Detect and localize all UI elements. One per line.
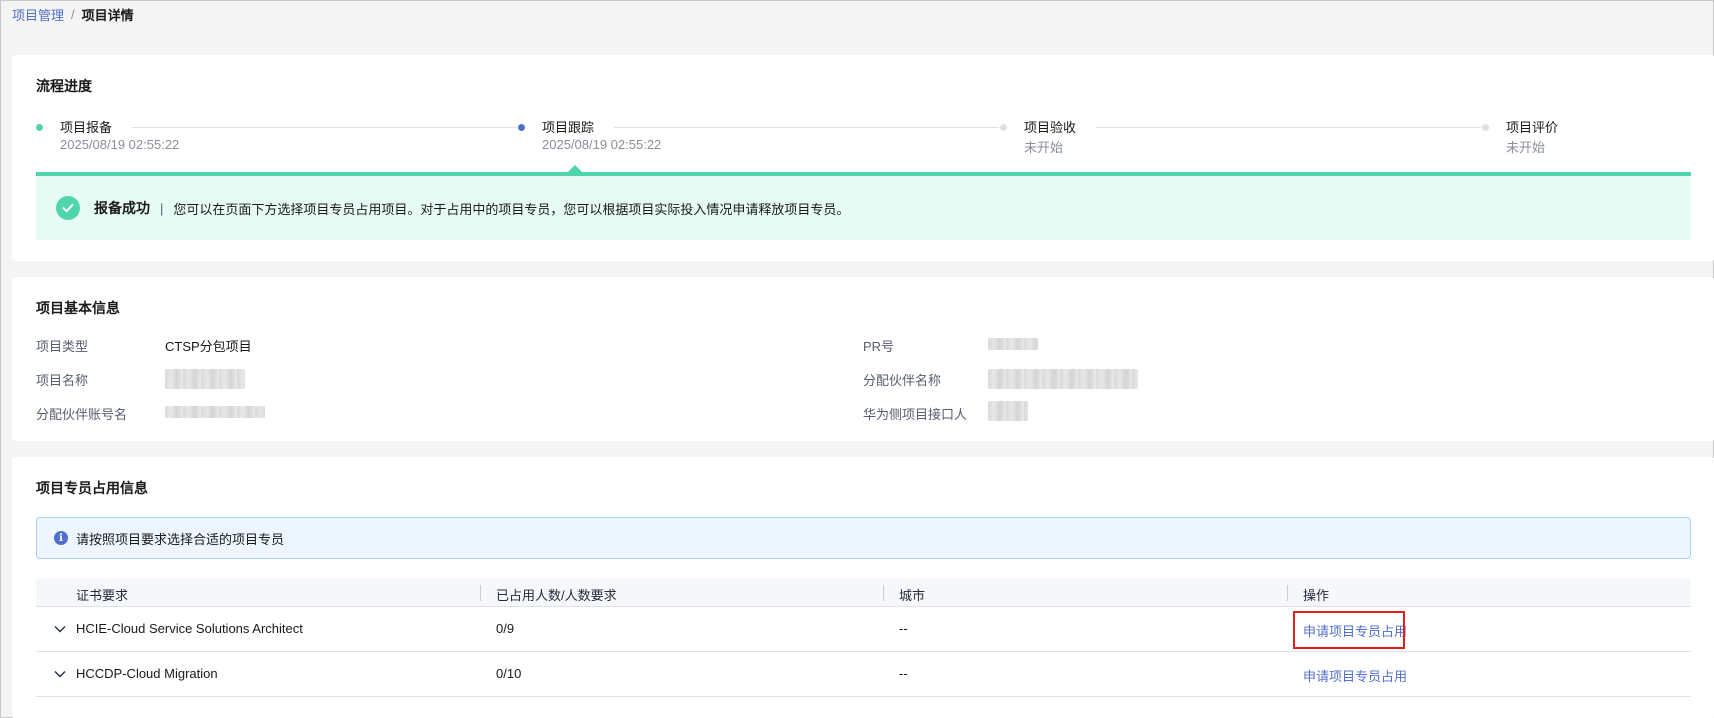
breadcrumb-current: 项目详情 — [81, 7, 134, 23]
column-header-cert: 证书要求 — [76, 588, 129, 603]
basic-info-card: 项目基本信息 项目类型 CTSP分包项目 项目名称 分配伙伴账号名 PR号 分配… — [12, 277, 1714, 441]
step-pending-dot-icon — [1000, 124, 1007, 131]
step-report: 项目报备 2025/08/19 02:55:22 — [36, 117, 518, 157]
pr-redacted — [988, 338, 1038, 350]
city-cell: -- — [899, 666, 908, 681]
specialist-card: 项目专员占用信息 i 请按照项目要求选择合适的项目专员 证书要求 已占用人数/人… — [12, 457, 1714, 718]
partner-name-label: 分配伙伴名称 — [863, 373, 942, 388]
table-header: 证书要求 已占用人数/人数要求 城市 操作 — [36, 579, 1691, 607]
step-label: 项目报备 — [60, 120, 113, 135]
info-icon: i — [54, 531, 68, 545]
step-label: 项目评价 — [1506, 120, 1559, 135]
chevron-down-icon[interactable] — [53, 667, 67, 681]
step-time: 未开始 — [1506, 140, 1546, 155]
step-connector — [614, 127, 999, 128]
notice-text: 请按照项目要求选择合适的项目专员 — [76, 531, 285, 547]
step-time: 2025/08/19 02:55:22 — [542, 137, 662, 152]
step-current-dot-icon — [518, 124, 525, 131]
huawei-contact-redacted — [988, 401, 1028, 421]
table-row: HCCDP-Cloud Migration 0/10 -- 申请项目专员占用 — [36, 652, 1691, 697]
partner-account-redacted — [165, 406, 265, 418]
apply-specialist-link[interactable]: 申请项目专员占用 — [1303, 666, 1407, 685]
basic-info-title: 项目基本信息 — [36, 300, 120, 316]
step-done-dot-icon — [36, 124, 43, 131]
success-separator: | — [160, 200, 164, 216]
progress-card: 流程进度 项目报备 2025/08/19 02:55:22 项目跟踪 2025/… — [12, 55, 1714, 261]
step-accept: 项目验收 未开始 — [1000, 117, 1482, 157]
breadcrumb-link-project-management[interactable]: 项目管理 — [12, 5, 64, 24]
progress-steps: 项目报备 2025/08/19 02:55:22 项目跟踪 2025/08/19… — [36, 117, 1691, 157]
specialist-table: 证书要求 已占用人数/人数要求 城市 操作 HCIE-Cloud Service… — [36, 579, 1691, 697]
table-row: HCIE-Cloud Service Solutions Architect 0… — [36, 607, 1691, 652]
pr-label: PR号 — [863, 339, 895, 354]
step-connector — [132, 127, 517, 128]
success-panel: 报备成功 | 您可以在页面下方选择项目专员占用项目。对于占用中的项目专员，您可以… — [36, 176, 1691, 240]
notice-banner: i 请按照项目要求选择合适的项目专员 — [36, 517, 1691, 559]
project-name-label: 项目名称 — [36, 373, 89, 388]
step-pending-dot-icon — [1482, 124, 1489, 131]
column-divider[interactable] — [480, 585, 481, 601]
chevron-down-icon[interactable] — [53, 622, 67, 636]
step-time: 未开始 — [1024, 140, 1064, 155]
cert-cell: HCCDP-Cloud Migration — [76, 666, 218, 681]
check-circle-icon — [56, 196, 80, 220]
column-divider[interactable] — [883, 585, 884, 601]
column-divider[interactable] — [1287, 585, 1288, 601]
step-time: 2025/08/19 02:55:22 — [60, 137, 180, 152]
huawei-contact-label: 华为侧项目接口人 — [863, 407, 968, 422]
project-type-value: CTSP分包项目 — [165, 339, 252, 354]
breadcrumb: 项目管理 / 项目详情 — [12, 4, 134, 24]
count-cell: 0/10 — [496, 666, 522, 681]
specialist-title: 项目专员占用信息 — [36, 480, 148, 496]
step-connector — [1096, 127, 1481, 128]
success-title: 报备成功 — [94, 200, 150, 216]
cert-cell: HCIE-Cloud Service Solutions Architect — [76, 621, 303, 636]
column-header-count: 已占用人数/人数要求 — [496, 588, 617, 603]
city-cell: -- — [899, 621, 908, 636]
column-header-action: 操作 — [1303, 588, 1330, 603]
highlight-box — [1293, 611, 1405, 649]
progress-title: 流程进度 — [36, 78, 92, 94]
step-track: 项目跟踪 2025/08/19 02:55:22 — [518, 117, 1000, 157]
breadcrumb-separator: / — [71, 6, 75, 22]
column-header-city: 城市 — [899, 588, 926, 603]
partner-name-redacted — [988, 369, 1138, 389]
success-message: 您可以在页面下方选择项目专员占用项目。对于占用中的项目专员，您可以根据项目实际投… — [173, 201, 850, 217]
project-type-label: 项目类型 — [36, 339, 89, 354]
count-cell: 0/9 — [496, 621, 515, 636]
step-label: 项目跟踪 — [542, 120, 595, 135]
step-label: 项目验收 — [1024, 120, 1077, 135]
step-evaluate: 项目评价 未开始 — [1482, 117, 1691, 157]
project-name-redacted — [165, 369, 245, 389]
partner-account-label: 分配伙伴账号名 — [36, 407, 128, 422]
